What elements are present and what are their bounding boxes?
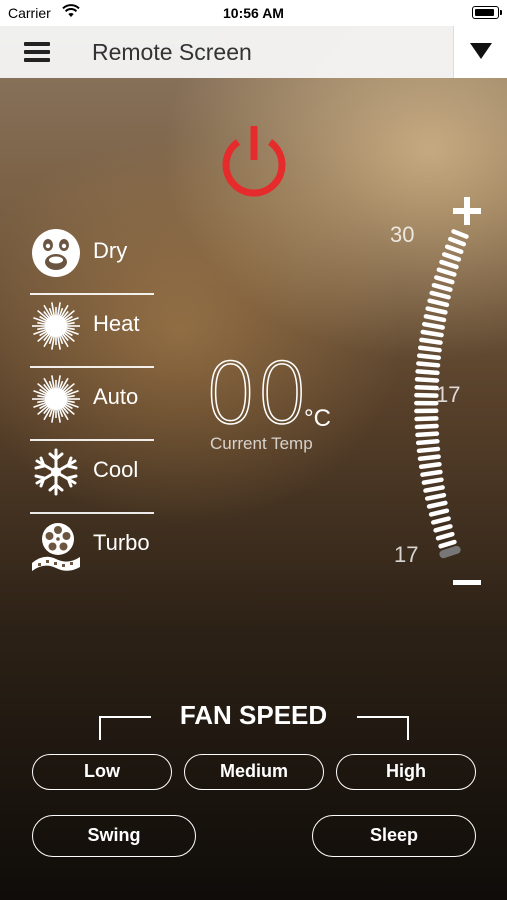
dial-ticks[interactable]	[380, 190, 490, 590]
snowflake-icon	[34, 448, 78, 496]
dial-tick	[414, 377, 440, 383]
mode-auto[interactable]: Auto	[30, 368, 154, 441]
dial-tick	[451, 229, 469, 239]
dial-min-label: 17	[394, 542, 419, 567]
dial-tick	[428, 508, 450, 517]
dial-tick	[414, 384, 439, 391]
smiley-face-icon	[32, 229, 80, 277]
dial-tick	[448, 236, 467, 247]
dial-tick	[442, 252, 462, 262]
dial-tick	[420, 469, 443, 477]
film-reel-icon	[32, 523, 80, 571]
dial-tick	[419, 337, 443, 345]
dial-tick	[417, 345, 442, 353]
dropdown-button[interactable]	[453, 26, 507, 78]
dial-max-label: 30	[390, 222, 415, 247]
dial-tick	[420, 329, 444, 338]
mode-heat[interactable]: Heat	[30, 295, 154, 368]
page-title: Remote Screen	[92, 39, 252, 65]
nav-bar: Remote Screen	[0, 26, 507, 78]
temp-unit: °C	[304, 405, 331, 432]
dial-tick	[429, 290, 451, 300]
mode-cool[interactable]: Cool	[30, 441, 154, 514]
dial-tick	[433, 524, 453, 533]
dial-tick	[415, 369, 440, 376]
dial-tick	[438, 539, 457, 549]
fan-speed-title: FAN SPEED	[179, 700, 328, 730]
dial-tick	[414, 416, 439, 422]
triangle-down-icon	[470, 43, 492, 59]
dial-tick	[418, 462, 442, 469]
dial-tick	[417, 454, 441, 462]
status-bar: Carrier 10:56 AM	[0, 0, 507, 26]
swing-button[interactable]: Swing	[32, 815, 196, 857]
dial-tick	[427, 298, 450, 308]
mode-turbo[interactable]: Turbo	[30, 514, 154, 587]
dial-tick	[424, 492, 447, 501]
mode-label-auto: Auto	[93, 384, 139, 409]
hamburger-icon[interactable]	[24, 42, 50, 62]
dial-tick	[426, 500, 448, 509]
minus-icon[interactable]	[452, 578, 482, 588]
mode-label-dry: Dry	[93, 238, 128, 263]
dial-tick	[444, 244, 464, 255]
dial-tick	[425, 306, 448, 315]
dial-tick	[436, 267, 457, 277]
dial-tick	[435, 531, 455, 541]
dial-tick	[423, 314, 447, 323]
status-time: 10:56 AM	[223, 5, 284, 21]
dial-mid-label: 17	[436, 382, 461, 407]
power-button[interactable]	[216, 122, 292, 198]
current-temp-caption: Current Temp	[210, 434, 313, 453]
dial-tick	[414, 423, 439, 430]
dial-tick	[421, 321, 445, 330]
dial-tick	[439, 259, 459, 270]
mode-label-cool: Cool	[93, 457, 139, 482]
battery-icon	[472, 6, 502, 19]
mode-label-turbo: Turbo	[93, 530, 150, 555]
dial-tick	[439, 545, 461, 559]
dial-tick	[434, 275, 455, 285]
dial-tick	[416, 446, 441, 454]
dial-tick	[431, 282, 453, 292]
sleep-button[interactable]: Sleep	[312, 815, 476, 857]
mode-list: Dry Heat Auto Cool Turbo	[30, 222, 154, 587]
dial-tick	[416, 361, 441, 368]
dial-tick	[416, 353, 441, 360]
mode-dry[interactable]: Dry	[30, 222, 154, 295]
fan-medium-button[interactable]: Medium	[184, 754, 324, 790]
dial-tick	[421, 477, 444, 485]
dial-tick	[423, 485, 445, 493]
current-temp-value: 00	[203, 345, 309, 443]
fan-low-button[interactable]: Low	[32, 754, 172, 790]
temperature-dial[interactable]: 30 17 17	[380, 190, 490, 590]
plus-icon[interactable]	[452, 196, 482, 226]
sun-burst-icon	[32, 375, 80, 423]
sun-burst-icon	[32, 302, 80, 350]
mode-label-heat: Heat	[93, 311, 140, 336]
dial-tick	[431, 516, 451, 525]
dial-tick	[415, 439, 440, 446]
fan-high-button[interactable]: High	[336, 754, 476, 790]
dial-tick	[415, 431, 440, 438]
